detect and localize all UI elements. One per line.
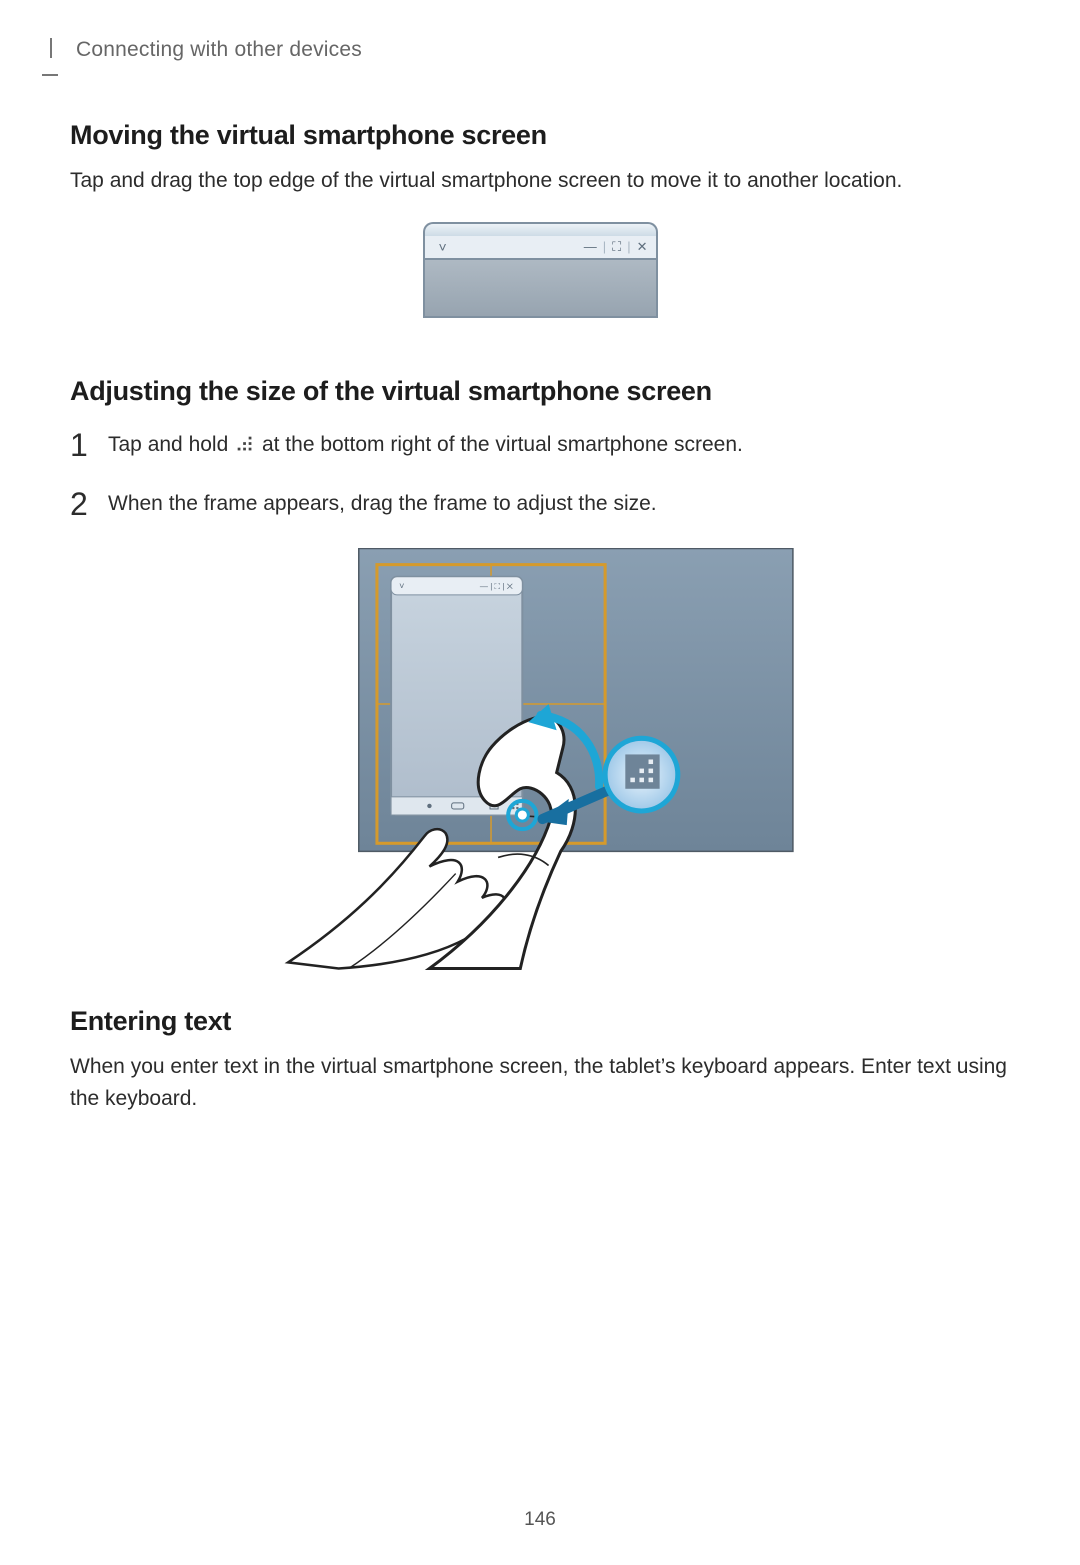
titlebar-drag-handle [423, 222, 658, 236]
step-2: When the frame appears, drag the frame t… [70, 488, 1010, 520]
heading-moving-screen: Moving the virtual smartphone screen [70, 120, 1010, 151]
separator: | [603, 240, 606, 253]
step-1-text-before: Tap and hold [108, 433, 234, 456]
maximize-icon: ⛶ [612, 240, 621, 253]
svg-text:— | ⛶ | ✕: — | ⛶ | ✕ [479, 581, 512, 590]
paragraph-entering-text: When you enter text in the virtual smart… [70, 1051, 1010, 1116]
manual-page: Connecting with other devices Moving the… [0, 38, 1080, 1565]
titlebar-controls: ˅ — | ⛶ | ✕ [423, 236, 658, 260]
resize-handle-icon [234, 433, 256, 455]
step-1-text-after: at the bottom right of the virtual smart… [262, 433, 743, 456]
crop-marks [42, 38, 58, 98]
figure-resize-gesture: ˅ — | ⛶ | ✕ [278, 548, 803, 978]
heading-entering-text: Entering text [70, 1006, 1010, 1037]
step-1: Tap and hold at the bottom right of the … [70, 429, 1010, 461]
paragraph-moving-screen: Tap and drag the top edge of the virtual… [70, 165, 1010, 198]
page-number: 146 [0, 1509, 1080, 1531]
separator: | [627, 240, 630, 253]
minimize-icon: — [584, 240, 597, 253]
svg-text:˅: ˅ [399, 580, 404, 590]
heading-adjust-size: Adjusting the size of the virtual smartp… [70, 376, 1010, 407]
close-icon: ✕ [637, 240, 648, 253]
chevron-down-icon: ˅ [439, 240, 447, 254]
steps-list: Tap and hold at the bottom right of the … [70, 429, 1010, 520]
titlebar-body-preview [423, 260, 658, 318]
step-2-text: When the frame appears, drag the frame t… [108, 492, 657, 515]
breadcrumb: Connecting with other devices [76, 38, 1010, 62]
figure-virtual-screen-titlebar: ˅ — | ⛶ | ✕ [423, 222, 658, 318]
